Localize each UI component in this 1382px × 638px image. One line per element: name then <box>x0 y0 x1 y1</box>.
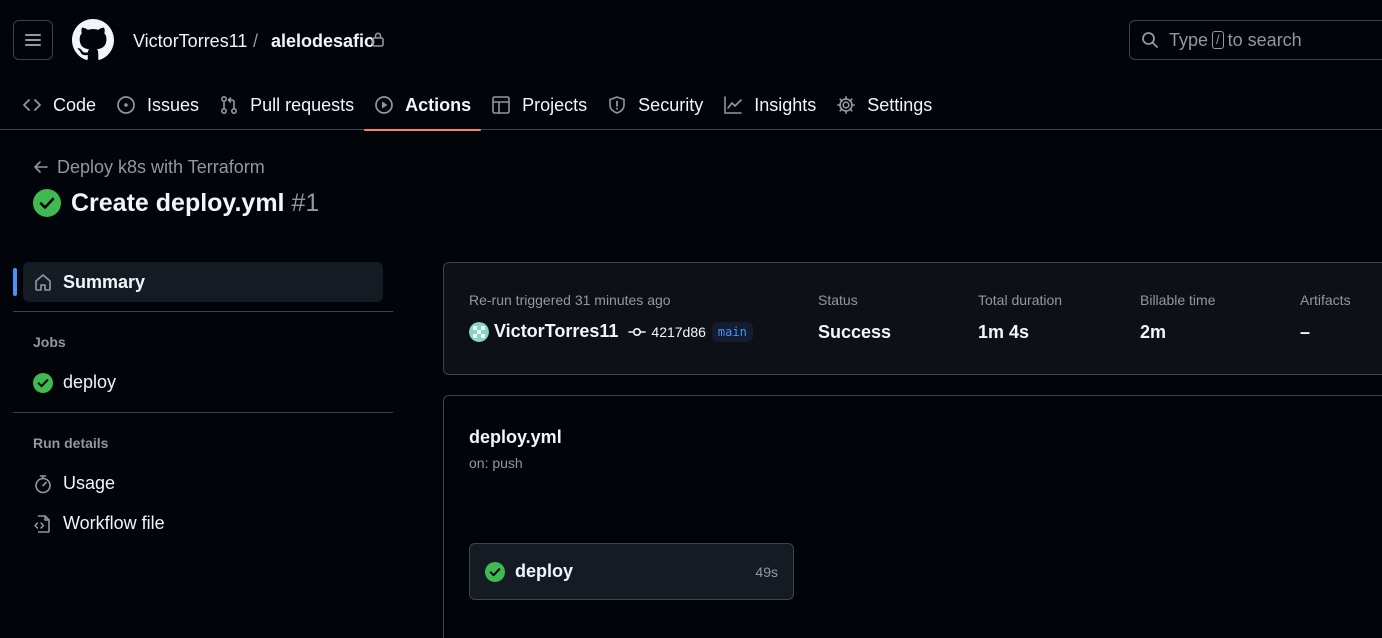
tab-code[interactable]: Code <box>0 80 106 130</box>
github-logo-icon[interactable] <box>72 19 114 61</box>
trigger-text: Re-run triggered 31 minutes ago <box>469 292 671 308</box>
back-to-workflow-link[interactable]: Deploy k8s with Terraform <box>33 156 265 178</box>
file-code-icon <box>34 514 50 533</box>
tab-label: Insights <box>754 94 817 115</box>
status-value: Success <box>818 322 892 342</box>
billable-label: Billable time <box>1140 292 1216 308</box>
code-icon <box>23 99 41 111</box>
pull-request-icon <box>221 95 238 115</box>
workflow-file-name: deploy.yml <box>469 427 562 447</box>
tab-pull-requests[interactable]: Pull requests <box>209 80 364 130</box>
active-indicator <box>13 268 17 296</box>
table-icon <box>492 96 510 114</box>
tab-label: Actions <box>405 94 472 115</box>
commit-icon <box>628 327 647 336</box>
artifacts-value: – <box>1300 322 1311 342</box>
stopwatch-icon <box>35 474 51 493</box>
check-circle-icon <box>33 189 61 217</box>
avatar[interactable] <box>469 321 489 342</box>
graph-icon <box>724 96 743 114</box>
issue-icon <box>117 96 135 114</box>
commit-sha-link[interactable]: 4217d86 <box>651 324 706 340</box>
gear-icon <box>837 96 856 114</box>
breadcrumb-separator: / <box>253 31 259 51</box>
tab-label: Code <box>53 94 97 115</box>
sidebar-item-label: deploy <box>63 372 117 392</box>
search-placeholder-before: Type <box>1169 29 1209 50</box>
workflow-graph-card: deploy.yml on: push deploy 49s <box>443 395 1382 638</box>
shield-icon <box>609 96 625 114</box>
home-icon <box>35 274 51 291</box>
check-circle-icon <box>33 372 53 393</box>
tab-projects[interactable]: Projects <box>481 80 597 130</box>
jobs-heading: Jobs <box>33 334 66 350</box>
app-header: VictorTorres11 / alelodesafio Type / to … <box>0 0 1382 131</box>
arrow-left-icon <box>34 161 48 173</box>
search-input[interactable]: Type / to search <box>1129 20 1382 60</box>
check-circle-icon <box>485 561 505 582</box>
sidebar-item-deploy[interactable]: deploy <box>33 372 116 393</box>
sidebar-divider <box>13 311 393 312</box>
hamburger-icon <box>25 34 41 46</box>
sidebar-divider <box>13 412 393 413</box>
menu-button[interactable] <box>13 20 53 60</box>
tab-label: Pull requests <box>250 94 355 115</box>
tab-issues[interactable]: Issues <box>106 80 209 130</box>
search-placeholder-after: to search <box>1227 29 1302 50</box>
tab-security[interactable]: Security <box>597 80 713 130</box>
tab-settings[interactable]: Settings <box>826 80 942 130</box>
sidebar-item-label: Usage <box>63 473 116 493</box>
repo-nav-tabs: Code Issues Pull requests Actions Projec… <box>0 80 942 131</box>
tab-label: Security <box>638 94 704 115</box>
tab-insights[interactable]: Insights <box>713 80 826 130</box>
job-name: deploy <box>515 561 574 581</box>
run-details-heading: Run details <box>33 435 109 451</box>
sidebar-item-usage[interactable]: Usage <box>33 473 115 494</box>
status-label: Status <box>818 292 858 308</box>
run-summary-card: Re-run triggered 31 minutes ago VictorTo… <box>443 262 1382 375</box>
run-title: Create deploy.yml <box>71 189 285 217</box>
page-title: Create deploy.yml #1 <box>33 188 319 218</box>
sidebar-item-workflow-file[interactable]: Workflow file <box>33 513 165 534</box>
lock-icon <box>372 32 384 47</box>
workflow-trigger: on: push <box>469 455 523 471</box>
sidebar-item-label: Summary <box>63 271 146 292</box>
duration-value[interactable]: 1m 4s <box>978 322 1029 343</box>
billable-value: 2m <box>1140 322 1167 342</box>
job-card-deploy[interactable]: deploy 49s <box>469 543 794 600</box>
search-shortcut-key: / <box>1212 31 1224 49</box>
play-icon <box>375 96 393 114</box>
search-icon <box>1142 32 1158 48</box>
duration-label: Total duration <box>978 292 1063 308</box>
sidebar-item-label: Workflow file <box>63 513 165 533</box>
actor-link[interactable]: VictorTorres11 <box>494 321 618 342</box>
job-duration: 49s <box>755 563 778 580</box>
back-link-label: Deploy k8s with Terraform <box>57 157 265 177</box>
repo-name-link[interactable]: alelodesafio <box>271 29 375 53</box>
branch-badge[interactable]: main <box>711 321 753 342</box>
tab-label: Settings <box>867 94 933 115</box>
tab-label: Projects <box>522 94 588 115</box>
run-number: #1 <box>291 189 320 217</box>
artifacts-label: Artifacts <box>1300 292 1351 308</box>
trigger-details: VictorTorres11 4217d86 main <box>469 321 753 342</box>
sidebar-item-summary[interactable]: Summary <box>23 262 383 302</box>
tab-label: Issues <box>147 94 200 115</box>
tab-actions[interactable]: Actions <box>364 80 482 131</box>
repo-owner-link[interactable]: VictorTorres11 <box>133 29 247 53</box>
